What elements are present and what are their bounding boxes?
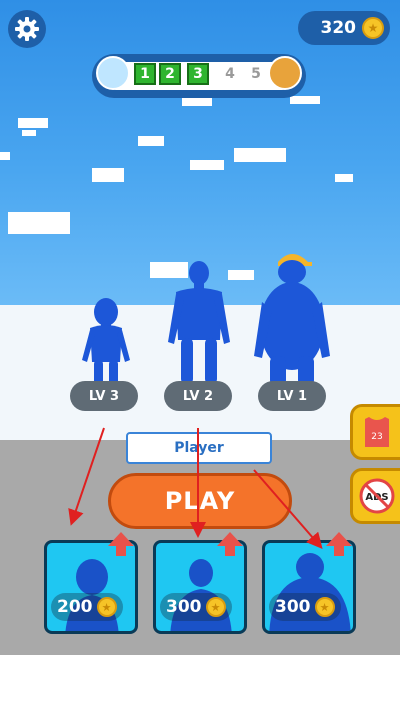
remove-ads-button[interactable]: ADS [350,468,400,524]
settings-button[interactable] [8,10,46,48]
upgrade-price: 300 ★ [160,593,232,621]
progress-step-1: 1 [134,63,156,85]
progress-step-2: 2 [159,63,181,85]
jersey-shop-button[interactable]: 23 [350,404,400,460]
progress-step-4: 4 [225,66,235,82]
cloud [138,136,164,146]
cloud [182,98,212,106]
start-stage-icon [96,56,130,90]
jersey-icon: 23 [364,417,389,447]
level-label-medium: LV 2 [164,381,232,411]
coin-icon: ★ [205,597,226,617]
upgrade-arrow-icon [108,532,134,556]
play-button[interactable]: PLAY [108,473,292,529]
cloud [8,212,70,234]
cloud [190,160,224,170]
character-large [254,254,330,386]
progress-step-3: 3 [187,63,209,85]
cloud [335,174,353,182]
upgrade-arrow-icon [326,532,352,556]
character-small [82,298,130,390]
cloud [234,148,286,162]
price-value: 300 [275,597,311,617]
coin-icon: ★ [96,597,117,617]
upgrade-arrow-icon [217,532,243,556]
cloud [22,130,36,136]
cloud [0,152,10,160]
coin-count: 320 [320,18,357,38]
upgrade-price: 200 ★ [51,593,123,621]
gear-icon [15,17,39,41]
upgrade-price: 300 ★ [269,593,341,621]
goal-stage-icon [268,56,302,90]
character-medium [168,261,230,384]
player-name-field[interactable]: Player [126,432,272,464]
cloud [92,168,124,182]
coin-icon: ★ [314,597,335,617]
price-value: 200 [57,597,93,617]
no-ads-icon: ADS [359,478,394,514]
body-silhouette-icon [269,553,351,631]
svg-text:23: 23 [371,432,382,442]
coin-icon: ★ [362,17,384,39]
level-label-small: LV 3 [70,381,138,411]
progress-step-5: 5 [251,66,261,82]
cloud [290,96,320,104]
price-value: 300 [166,597,202,617]
coin-counter: 320 ★ [298,11,390,45]
level-label-large: LV 1 [258,381,326,411]
cloud [18,118,48,128]
bottom-bar [0,655,400,710]
